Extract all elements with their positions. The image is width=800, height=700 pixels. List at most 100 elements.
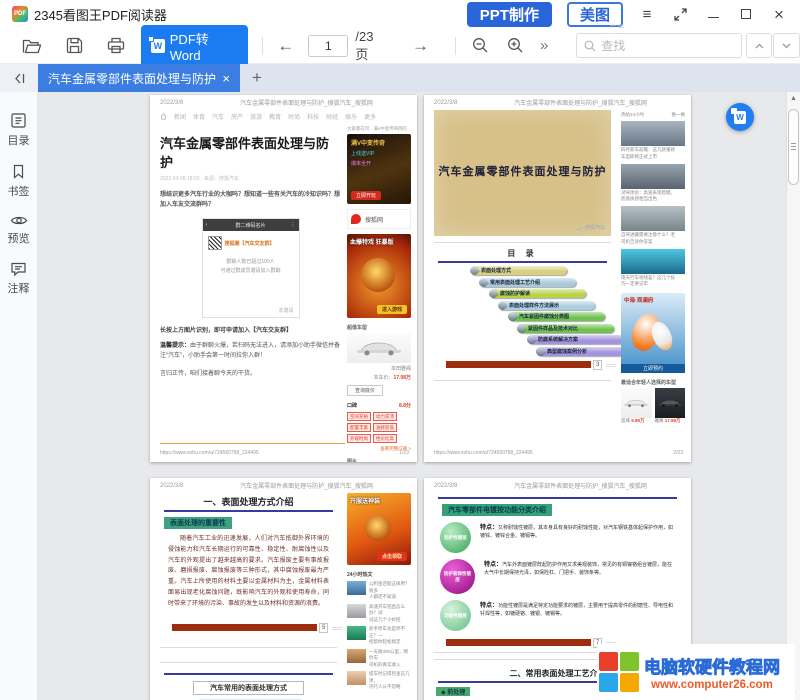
- tab-close-icon[interactable]: ×: [222, 71, 230, 86]
- minimize-button[interactable]: [704, 4, 722, 24]
- close-button[interactable]: ×: [770, 4, 788, 24]
- page-number-input[interactable]: [308, 35, 348, 57]
- article-sidebar-feed: 热帖24小时换一换 四月新车前瞻：这几款重磅车型即将正式上市 试驾体验：高速表现…: [621, 110, 685, 424]
- hot-item: 一天跑300公里，网约车司机的真实收入: [347, 649, 411, 669]
- toc-slide-title: 目 录: [424, 248, 621, 259]
- sidebar-item-bookmarks[interactable]: 书签: [8, 163, 30, 199]
- prev-page-button[interactable]: ←: [277, 36, 294, 56]
- group-qr-screenshot: ‹群二维码名片⋮ 搜狐圈【汽车交友群】 群聊人数已超过100人可通过群成员邀请加…: [202, 218, 300, 318]
- car-section-header: 超值车型: [347, 324, 411, 331]
- scrollbar-thumb[interactable]: [788, 109, 799, 185]
- next-page-button[interactable]: →: [412, 36, 429, 56]
- slide-highlight: 表面处理的重要性: [164, 517, 232, 529]
- slide-title: 汽车金属零部件表面处理与防护: [434, 163, 611, 179]
- pdf-page-1: 2022/3/8汽车金属零部件表面处理与防护_搜狐汽车_搜狐网 新闻体育汽车房产…: [150, 95, 417, 462]
- slide-highlight: 汽车零部件电镀按功能分类介绍: [442, 504, 552, 516]
- news-item: 雨天行车视线差？这几个技巧一定要记牢: [621, 249, 685, 289]
- app-title: 2345看图王PDF阅读器: [34, 5, 167, 24]
- koubei-score: 8.8分: [399, 402, 411, 409]
- refresh-link: 换一换: [672, 112, 686, 118]
- hot-item: 公积金还能这样用？很多人都还不知道: [347, 581, 411, 601]
- pdf-page-2: 2022/3/8汽车金属零部件表面处理与防护_搜狐汽车_搜狐网 汽车金属零部件表…: [424, 95, 691, 462]
- zoom-in-icon[interactable]: [507, 37, 524, 54]
- title-bar: PDF 2345看图王PDF阅读器 PPT制作 美图广告 ≡ ×: [0, 0, 800, 28]
- search-input[interactable]: [601, 39, 721, 53]
- tab-title: 汽车金属零部件表面处理与防护: [48, 70, 216, 87]
- news-item: 四月新车前瞻：这几款重磅车型即将正式上市: [621, 121, 685, 161]
- hot-item: 提车时记得检查这几项，内行人从不忽略: [347, 671, 411, 691]
- open-file-icon[interactable]: [22, 37, 42, 54]
- car-recommend-grid: 思域 9.89万 雅阁 17.98万: [621, 388, 685, 424]
- maximize-button[interactable]: [737, 4, 755, 24]
- sidebar-item-preview[interactable]: 预览: [8, 214, 30, 246]
- document-tab[interactable]: 汽车金属零部件表面处理与防护 ×: [38, 64, 240, 92]
- phone-bar-title: 群二维码名片: [235, 222, 265, 229]
- feature-circle: 防护性镀层: [440, 522, 471, 553]
- feature-circle: 防护装饰性镀层: [440, 559, 475, 594]
- news-item: 自驾进藏需要注意什么？老司机告诉你答案: [621, 206, 685, 246]
- more-tools-icon[interactable]: »: [540, 37, 548, 54]
- car-cell: 思域 9.89万: [621, 388, 652, 424]
- print-icon[interactable]: [107, 37, 125, 54]
- find-next-button[interactable]: [773, 33, 800, 58]
- car-photo: [347, 333, 411, 363]
- page-total-label: /23页: [355, 29, 386, 63]
- article-intro: 想结识更多汽车行业的大咖吗？想知道一些有关汽车的冷知识吗？想加入车友交流群吗？: [160, 191, 341, 210]
- logo-swoosh-icon: [574, 224, 583, 231]
- slide-paragraph: 随着汽车工业的迅速发展，人们对汽车抵御外界环境的侵蚀能力和汽车长期运行的可靠性、…: [168, 534, 329, 610]
- toc-capsule: 表面处理样件方法展示: [498, 301, 595, 310]
- car-price: 17.98万: [393, 375, 411, 381]
- ppt-title-slide: 汽车金属零部件表面处理与防护 搜狐汽车: [434, 110, 611, 236]
- sidebar-item-annotations[interactable]: 注释: [8, 261, 30, 296]
- ad-enter-button: 进入游戏: [377, 305, 407, 314]
- slide-section-title: 一、表面处理方式介绍: [150, 495, 347, 508]
- collapse-sidebar-icon[interactable]: [0, 64, 38, 92]
- property-ad: 中海·观澜府 立即预约: [621, 293, 685, 373]
- hot-item: 高速开车犯困怎么办？试试这几个小妙招: [347, 604, 411, 624]
- slide2-title: 汽车常用的表面处理方式: [193, 681, 304, 695]
- pretreatment-tag: ◆ 前处理: [436, 687, 470, 696]
- fullscreen-icon[interactable]: [671, 4, 689, 24]
- search-box[interactable]: [576, 33, 742, 58]
- site-watermark: 电脑软硬件教程网 www.computer26.com: [597, 644, 795, 700]
- ppt-make-button[interactable]: PPT制作: [467, 2, 552, 27]
- left-sidebar: 目录 书签 预览 注释: [0, 92, 38, 700]
- sohu-fox-icon: [351, 214, 361, 224]
- game-ad-fire: 血爆特戏 狂暴版 进入游戏: [347, 234, 411, 318]
- vertical-scrollbar[interactable]: ▲ ▼: [786, 92, 800, 700]
- koubei-tag: 油耗较低: [373, 423, 397, 432]
- watermark-site-url: www.computer26.com: [644, 679, 780, 691]
- koubei-tag: 外观时尚: [347, 434, 371, 443]
- ad-play-button: 立即开玩: [351, 191, 381, 200]
- news-item: 试驾体验：高速表现稳健，底盘质感相当出色: [621, 164, 685, 204]
- preview-eye-icon: [10, 214, 28, 227]
- meitu-button[interactable]: 美图广告: [567, 2, 623, 27]
- join-line: 长按上方图片识别，即可申请加入【汽车交友群】: [160, 325, 341, 334]
- menu-icon[interactable]: ≡: [638, 4, 656, 24]
- toolbar: W PDF转Word ← /23页 → »: [0, 28, 800, 64]
- koubei-tag: 动力充沛: [373, 412, 397, 421]
- qr-group-label: 搜狐圈【汽车交友群】: [225, 240, 275, 247]
- new-tab-button[interactable]: +: [240, 64, 274, 92]
- save-icon[interactable]: [66, 37, 83, 54]
- scroll-up-arrow[interactable]: ▲: [787, 95, 800, 102]
- toc-capsules: 表面处理方式常用表面处理工艺介绍腐蚀防护解读表面处理样件方法展示汽车紧固件腐蚀分…: [424, 266, 621, 356]
- windows-logo-icon: [599, 652, 639, 692]
- back-line: 言归正传，咱们接着聊今天的干货。: [160, 369, 341, 379]
- feature-row: 防护性镀层 特点：又称耐蚀性镀层，其本身具有良好的耐蚀性能，对汽车钢铁基体起保护…: [440, 522, 675, 553]
- zoom-out-icon[interactable]: [472, 37, 489, 54]
- find-prev-button[interactable]: [746, 33, 773, 58]
- toc-capsule: 典型腐蚀案例分析: [536, 347, 633, 356]
- toc-capsule: 常用表面处理工艺介绍: [479, 278, 576, 287]
- pdf-to-word-button[interactable]: W PDF转Word: [141, 25, 248, 67]
- watermark-site-name: 电脑软硬件教程网: [644, 653, 780, 678]
- floating-word-convert-button[interactable]: W: [726, 103, 754, 131]
- promo-header: 大家都在玩 · 满v中变传奇网页: [347, 126, 411, 132]
- plating-features: 防护性镀层 特点：又称耐蚀性镀层，其本身具有良好的耐蚀性能，对汽车钢铁基体起保护…: [424, 522, 691, 631]
- footer-url: https://www.sohu.com/a/724560758_224495: [160, 450, 259, 456]
- toc-capsule: 防腐系统解决方案: [527, 335, 624, 344]
- hot-list-header: 24小时热文: [347, 571, 411, 578]
- sidebar-item-toc[interactable]: 目录: [8, 112, 30, 148]
- slide-footer-bar: 3: [446, 361, 591, 368]
- document-viewport[interactable]: 2022/3/8汽车金属零部件表面处理与防护_搜狐汽车_搜狐网 新闻体育汽车房产…: [38, 92, 786, 700]
